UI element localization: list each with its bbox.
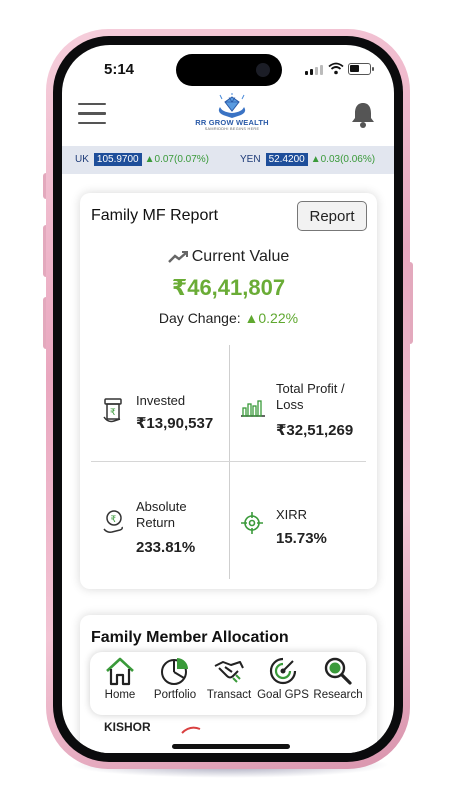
nav-portfolio-label: Portfolio — [153, 689, 197, 701]
absolute-return-label-1: Absolute — [136, 499, 187, 514]
brand-name: RR GROW WEALTH — [195, 118, 269, 127]
menu-icon[interactable] — [78, 103, 106, 125]
absolute-return-label-2: Return — [136, 515, 176, 530]
report-button[interactable]: Report — [297, 201, 367, 231]
allocation-bar-partial — [181, 726, 201, 734]
nav-home[interactable]: Home — [92, 656, 148, 701]
logo-emblem-icon — [218, 93, 246, 118]
dynamic-island — [176, 54, 282, 86]
bar-chart-icon — [241, 400, 265, 417]
ticker-value: 105.9700 — [93, 153, 142, 166]
magnifier-icon — [324, 657, 352, 685]
bell-icon[interactable] — [350, 101, 376, 129]
nav-research[interactable]: Research — [310, 656, 366, 701]
trend-icon — [167, 250, 188, 263]
home-indicator — [172, 744, 290, 749]
nav-home-label: Home — [104, 689, 136, 701]
current-value: ₹46,41,807 — [171, 275, 286, 300]
ticker-value: 52.4200 — [265, 153, 308, 166]
day-change-value: ▲0.22% — [244, 310, 299, 326]
xirr-value: 15.73% — [276, 530, 327, 547]
signal-icon — [305, 64, 323, 75]
svg-text:₹: ₹ — [111, 515, 117, 525]
ticker-change: ▲0.03(0.06%) — [310, 154, 376, 165]
nav-transact[interactable]: Transact — [201, 656, 257, 701]
brand-tagline: SAMRIDDHI BEGINS HERE — [204, 127, 260, 131]
status-time: 5:14 — [104, 61, 135, 78]
radar-icon — [269, 657, 297, 685]
status-bar: 5:14 — [62, 45, 394, 93]
total-profit-label-1: Total Profit / — [276, 381, 345, 396]
card-title: Family MF Report — [91, 207, 219, 224]
camera-icon — [256, 63, 270, 77]
invested-icon: ₹ — [103, 398, 122, 423]
svg-text:₹: ₹ — [110, 408, 116, 418]
ticker-name: UK — [75, 154, 89, 165]
battery-icon — [348, 63, 374, 75]
invested-metric: ₹ Invested ₹13,90,537 — [102, 389, 222, 449]
xirr-label: XIRR — [276, 507, 308, 522]
pie-chart-icon — [161, 658, 188, 685]
total-profit-value: ₹32,51,269 — [276, 422, 354, 439]
ticker-item-yen: YEN 52.4200 ▲0.03(0.06%) — [240, 153, 375, 166]
grid-divider-vertical — [229, 345, 230, 579]
total-profit-loss-metric: Total Profit / Loss ₹32,51,269 — [240, 381, 370, 451]
absolute-return-value: 233.81% — [136, 539, 196, 556]
member-name: KISHOR — [104, 720, 151, 734]
wifi-icon — [328, 62, 344, 75]
app-header: RR GROW WEALTH SAMRIDDHI BEGINS HERE — [62, 93, 394, 141]
invested-label: Invested — [136, 393, 186, 408]
xirr-metric: XIRR 15.73% — [240, 499, 370, 559]
total-profit-label-2: Loss — [276, 397, 304, 412]
nav-goal-gps[interactable]: Goal GPS — [255, 656, 311, 701]
nav-goal-gps-label: Goal GPS — [257, 689, 309, 701]
current-value-label: Current Value — [80, 248, 377, 266]
day-change: Day Change: ▲0.22% — [80, 310, 377, 326]
ticker-item-uk: UK 105.9700 ▲0.07(0.07%) — [75, 153, 209, 166]
nav-portfolio[interactable]: Portfolio — [147, 656, 203, 701]
target-icon — [241, 512, 263, 534]
hand-rupee-icon: ₹ — [103, 510, 123, 533]
allocation-title: Family Member Allocation — [91, 629, 289, 646]
home-icon — [106, 657, 134, 686]
phone-screen: 5:14 RR GROW WEALTH SAMRIDDHI BEGINS HER… — [62, 45, 394, 753]
bottom-navigation: Home Portfolio Transact Goal GPS Researc… — [90, 652, 366, 715]
currency-ticker: UK 105.9700 ▲0.07(0.07%) YEN 52.4200 ▲0.… — [62, 146, 394, 174]
absolute-return-metric: ₹ Absolute Return 233.81% — [102, 499, 222, 559]
ticker-change: ▲0.07(0.07%) — [144, 154, 209, 165]
brand-logo: RR GROW WEALTH SAMRIDDHI BEGINS HERE — [172, 93, 292, 139]
ticker-name: YEN — [240, 154, 261, 165]
handshake-icon — [214, 661, 244, 683]
grid-divider-horizontal — [91, 461, 366, 462]
family-mf-report-card: Family MF Report Report Current Value ₹4… — [80, 193, 377, 589]
nav-transact-label: Transact — [206, 689, 252, 701]
day-change-label: Day Change: — [158, 310, 241, 326]
nav-research-label: Research — [313, 689, 363, 701]
invested-value: ₹13,90,537 — [136, 415, 214, 432]
